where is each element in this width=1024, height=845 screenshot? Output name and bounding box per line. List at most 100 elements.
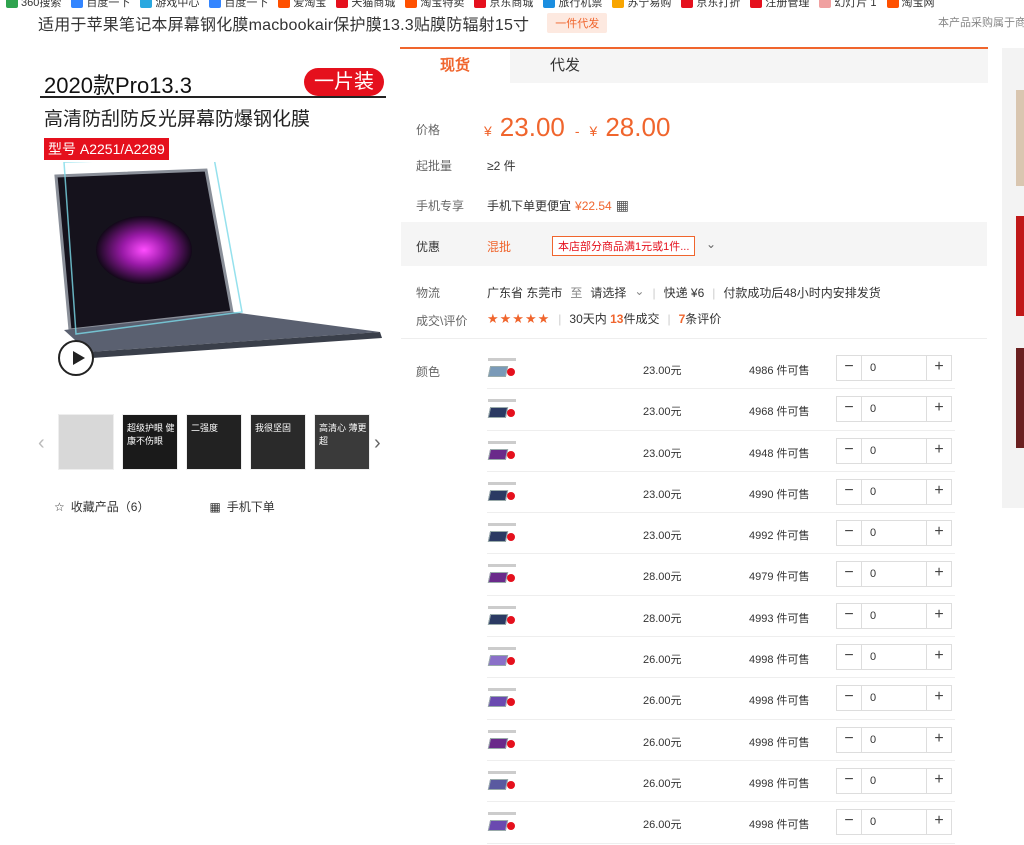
plus-button[interactable]: +: [927, 645, 951, 670]
plus-button[interactable]: +: [927, 562, 951, 587]
bookmark-item[interactable]: 注册管理: [750, 0, 809, 10]
minus-button[interactable]: −: [837, 479, 861, 504]
chevron-down-icon: ⌄: [634, 284, 645, 298]
plus-button[interactable]: +: [927, 438, 951, 463]
plus-button[interactable]: +: [927, 479, 951, 504]
plus-button[interactable]: +: [927, 356, 951, 380]
mobile-order-button[interactable]: ▦ 手机下单: [209, 498, 274, 515]
plus-button[interactable]: +: [927, 397, 951, 422]
minus-button[interactable]: −: [837, 810, 861, 835]
minus-button[interactable]: −: [837, 768, 861, 793]
sku-stock: 4986 件可售: [749, 365, 810, 377]
sku-thumbnail[interactable]: [487, 562, 519, 586]
thumbnail-5[interactable]: 高清心 薄更超: [314, 414, 370, 470]
play-video-button[interactable]: [58, 340, 94, 376]
minus-button[interactable]: −: [837, 562, 861, 587]
minus-button[interactable]: −: [837, 603, 861, 628]
minus-button[interactable]: −: [837, 645, 861, 670]
sku-thumbnail[interactable]: [487, 645, 519, 669]
quantity-input[interactable]: 0: [861, 727, 927, 752]
minus-button[interactable]: −: [837, 686, 861, 711]
thumbnail-2[interactable]: 超级护眼 健康不伤眼: [122, 414, 178, 470]
quantity-input[interactable]: 0: [861, 603, 927, 628]
sku-thumbnail[interactable]: [487, 686, 519, 710]
bookmark-item[interactable]: 苏宁易购: [612, 0, 671, 10]
quantity-input[interactable]: 0: [861, 356, 927, 380]
corner-note: 本产品采购属于商: [938, 17, 1024, 29]
bookmark-favicon-icon: [209, 0, 222, 8]
minus-button[interactable]: −: [837, 397, 861, 422]
quantity-input[interactable]: 0: [861, 645, 927, 670]
sku-thumbnail[interactable]: [487, 810, 519, 834]
qrcode-icon[interactable]: ▦: [616, 197, 629, 214]
bookmark-item[interactable]: 淘宝网: [886, 0, 935, 10]
bookmark-favicon-icon: [278, 0, 291, 8]
side-ad-image[interactable]: [1016, 90, 1024, 186]
tab-dropship[interactable]: 代发: [510, 49, 620, 83]
sku-price: 23.00元: [643, 447, 682, 460]
side-ad-image[interactable]: [1016, 216, 1024, 316]
thumb-next-arrow-icon[interactable]: ›: [374, 432, 381, 455]
plus-button[interactable]: +: [927, 521, 951, 546]
sku-row: 28.00元 4993 件可售 −0 +: [487, 596, 955, 638]
bookmark-item[interactable]: 京东商城: [474, 0, 533, 10]
bookmark-item[interactable]: 游戏中心: [140, 0, 199, 10]
sku-price: 26.00元: [643, 819, 682, 832]
sku-thumbnail[interactable]: [487, 521, 519, 545]
promo-coupon-tag[interactable]: 本店部分商品满1元或1件...: [552, 236, 696, 256]
plus-button[interactable]: +: [927, 810, 951, 835]
sku-stock: 4998 件可售: [749, 819, 810, 832]
ship-time: 付款成功后48小时内安排发货: [723, 286, 881, 300]
thumbnail-4[interactable]: 我很坚固: [250, 414, 306, 470]
rating-stars-icon: ★★★★★: [487, 310, 551, 326]
bookmark-item[interactable]: 旅行机票: [543, 0, 602, 10]
logistics-label: 物流: [416, 286, 441, 300]
bookmark-item[interactable]: 幻灯片 1: [819, 0, 877, 10]
sku-thumbnail[interactable]: [487, 604, 519, 628]
quantity-input[interactable]: 0: [861, 397, 927, 422]
quantity-input[interactable]: 0: [861, 562, 927, 587]
quantity-stepper: −0 +: [836, 809, 952, 836]
quantity-input[interactable]: 0: [861, 479, 927, 504]
quantity-input[interactable]: 0: [861, 768, 927, 793]
bookmark-item[interactable]: 360搜索: [6, 0, 61, 10]
thumb-prev-arrow-icon[interactable]: ‹: [38, 432, 45, 455]
quantity-input[interactable]: 0: [861, 686, 927, 711]
plus-button[interactable]: +: [927, 768, 951, 793]
main-product-image[interactable]: 2020款Pro13.3 一片装 高清防刮防反光屏幕防爆钢化膜 型号 A2251…: [38, 62, 388, 384]
sku-thumbnail[interactable]: [487, 356, 519, 380]
side-ad-image[interactable]: [1016, 348, 1024, 448]
thumbnail-1[interactable]: [58, 414, 114, 470]
dropship-tag[interactable]: 一件代发: [547, 13, 608, 33]
sku-thumbnail[interactable]: [487, 480, 519, 504]
sku-table: 23.00元 4986 件可售 −0 +23.00元 4968 件可售 −0 +23.00元…: [487, 348, 955, 844]
quantity-input[interactable]: 0: [861, 810, 927, 835]
bookmark-item[interactable]: 百度一下: [71, 0, 130, 10]
deals-link[interactable]: 30天内 13件成交: [569, 310, 659, 327]
sku-thumbnail[interactable]: [487, 769, 519, 793]
tab-in-stock[interactable]: 现货: [400, 49, 510, 83]
minus-button[interactable]: −: [837, 727, 861, 752]
bookmark-item[interactable]: 京东打折: [681, 0, 740, 10]
sku-thumbnail[interactable]: [487, 397, 519, 421]
bookmark-item[interactable]: 爱淘宝: [278, 0, 326, 10]
bookmark-item[interactable]: 天猫商城: [336, 0, 395, 10]
plus-button[interactable]: +: [927, 603, 951, 628]
sku-thumbnail[interactable]: [487, 439, 519, 463]
quantity-input[interactable]: 0: [861, 521, 927, 546]
chevron-down-icon[interactable]: ⌄: [706, 237, 716, 251]
sku-thumbnail[interactable]: [487, 728, 519, 752]
bookmark-label: 幻灯片 1: [834, 0, 877, 9]
plus-button[interactable]: +: [927, 686, 951, 711]
destination-select[interactable]: 请选择 ⌄: [590, 284, 644, 301]
minus-button[interactable]: −: [837, 356, 861, 380]
plus-button[interactable]: +: [927, 727, 951, 752]
reviews-link[interactable]: 7条评价: [679, 310, 722, 327]
minus-button[interactable]: −: [837, 521, 861, 546]
quantity-input[interactable]: 0: [861, 438, 927, 463]
minus-button[interactable]: −: [837, 438, 861, 463]
favorite-button[interactable]: ☆ 收藏产品（6）: [54, 498, 149, 515]
thumbnail-3[interactable]: 二强度: [186, 414, 242, 470]
bookmark-item[interactable]: 百度一下: [209, 0, 268, 10]
bookmark-item[interactable]: 淘宝特卖: [405, 0, 464, 10]
